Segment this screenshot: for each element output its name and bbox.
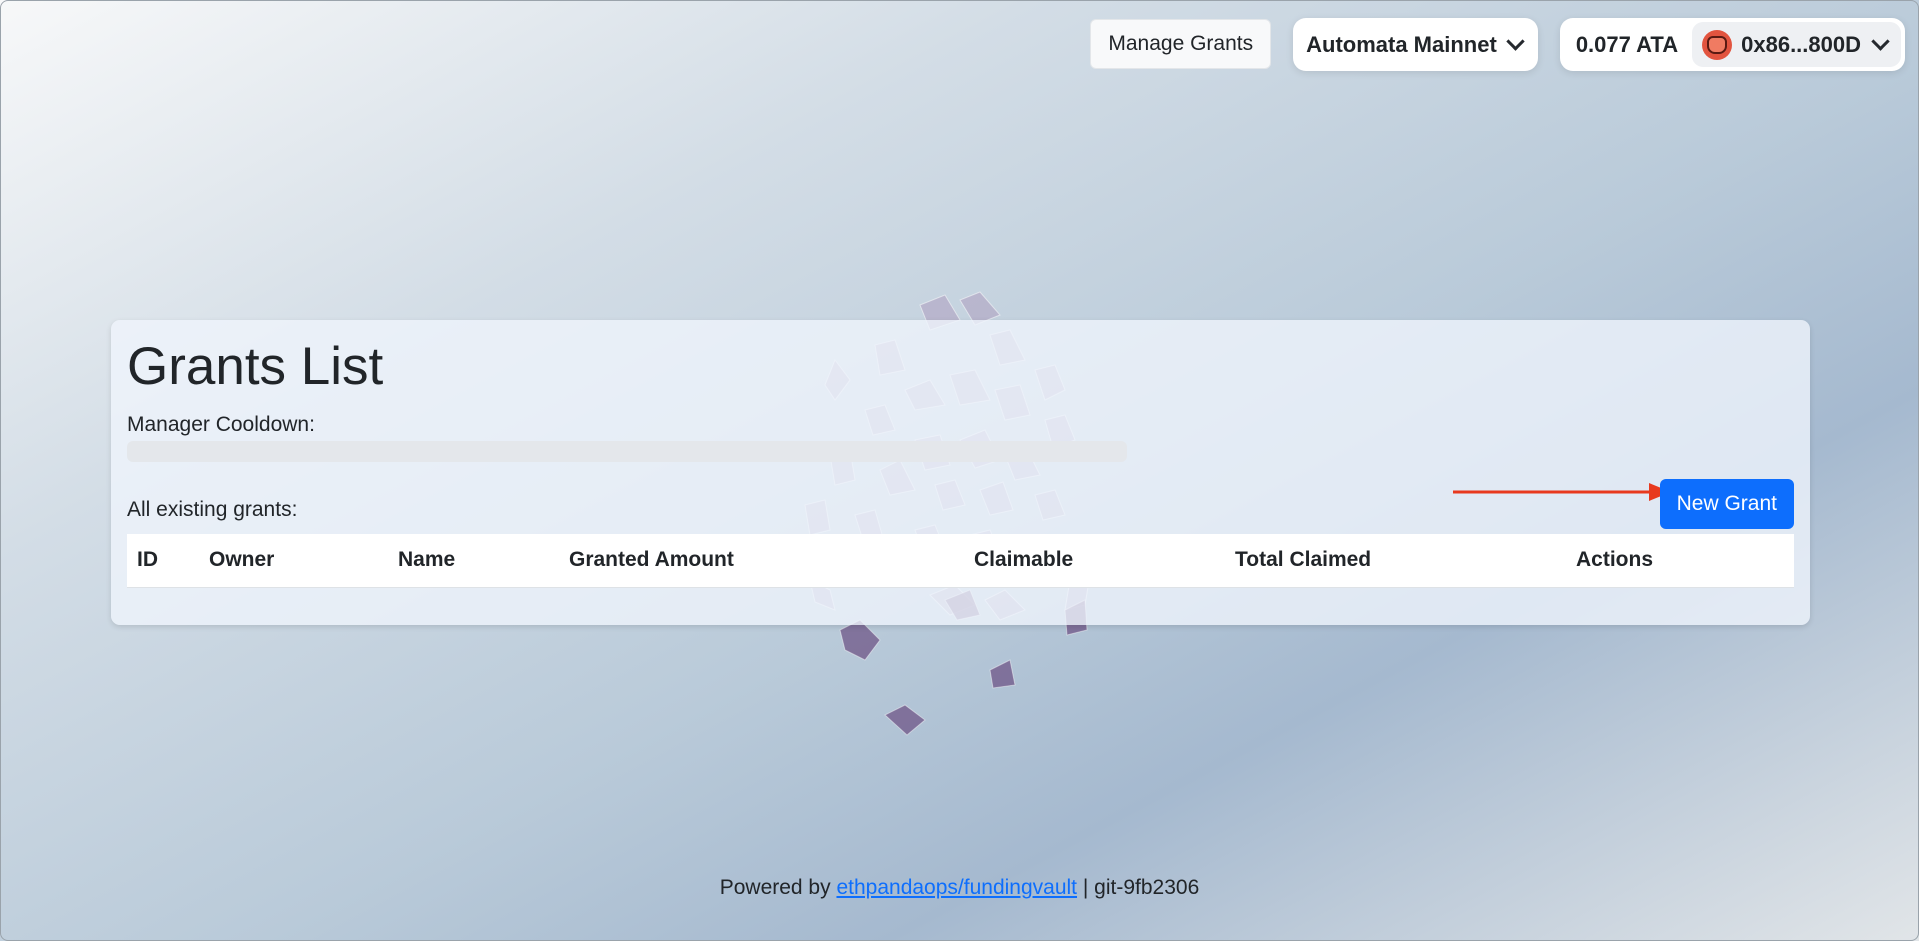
column-header-claimable: Claimable [964, 534, 1225, 588]
account-button[interactable]: 0x86...800D [1692, 22, 1901, 67]
column-header-actions: Actions [1566, 534, 1794, 588]
chevron-down-icon [1871, 32, 1890, 51]
column-header-total-claimed: Total Claimed [1225, 534, 1566, 588]
column-header-granted-amount: Granted Amount [559, 534, 964, 588]
footer-separator: | [1082, 876, 1089, 899]
page-title: Grants List [127, 337, 384, 396]
wallet-balance: 0.077 ATA [1575, 31, 1679, 57]
network-label: Automata Mainnet [1306, 31, 1497, 57]
footer: Powered by ethpandaops/fundingvault | gi… [0, 876, 1919, 900]
manage-grants-button[interactable]: Manage Grants [1090, 18, 1272, 69]
column-header-owner: Owner [199, 534, 388, 588]
table-header-row: ID Owner Name Granted Amount Claimable T… [127, 534, 1794, 588]
account-address: 0x86...800D [1741, 31, 1861, 57]
column-header-name: Name [388, 534, 559, 588]
existing-grants-label: All existing grants: [127, 498, 298, 521]
new-grant-button[interactable]: New Grant [1659, 479, 1794, 529]
manager-cooldown-progress [127, 441, 1127, 462]
grants-card: Grants List Manager Cooldown: All existi… [111, 320, 1810, 625]
powered-by-text: Powered by [719, 876, 831, 899]
repo-link[interactable]: ethpandaops/fundingvault [836, 876, 1077, 899]
grants-table: ID Owner Name Granted Amount Claimable T… [127, 534, 1794, 588]
git-version: git-9fb2306 [1094, 876, 1200, 899]
manager-cooldown-label: Manager Cooldown: [127, 413, 315, 436]
annotation-arrow-icon [1453, 483, 1671, 501]
network-selector-button[interactable]: Automata Mainnet [1293, 18, 1538, 71]
column-header-id: ID [127, 534, 199, 588]
account-avatar-icon [1702, 29, 1733, 60]
top-nav: Manage Grants Automata Mainnet 0.077 ATA… [1090, 18, 1905, 71]
account-widget: 0.077 ATA 0x86...800D [1559, 18, 1905, 71]
chevron-down-icon [1506, 32, 1525, 51]
